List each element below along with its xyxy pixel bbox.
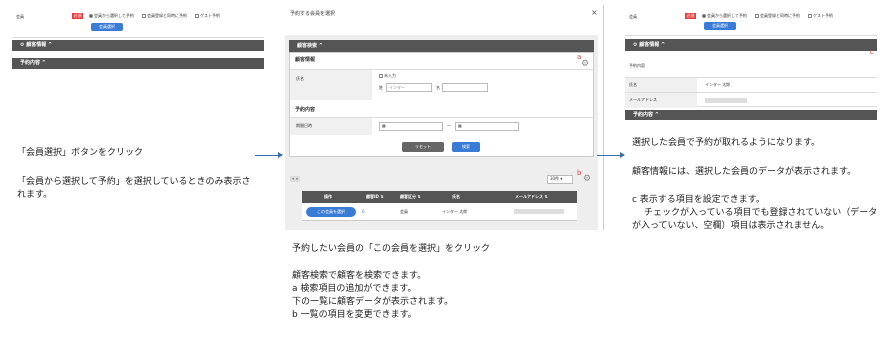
email-label: メールアドレス	[629, 97, 657, 102]
radio-select-member[interactable]: 会員から選択して予約	[89, 13, 134, 19]
customer-info-bar[interactable]: ⚙ 顧客情報 ^	[12, 40, 264, 51]
note-line: a 検索項目の追加ができます。	[292, 284, 417, 294]
chevron-up-icon: ^	[661, 42, 666, 48]
reset-button[interactable]: リセット	[402, 142, 444, 152]
left-note-1: 「会員選択」ボタンをクリック	[17, 148, 144, 158]
member-label: 会員	[16, 14, 24, 19]
member-select-button[interactable]: 会員選択	[704, 22, 736, 30]
required-badge: 必須	[72, 13, 83, 19]
name-display-row: 氏名 インター 太郎	[625, 77, 877, 93]
table-header: 操作 顧客ID ⇅ 顧客区分 ⇅ 氏名 メールアドレス ⇅	[302, 191, 577, 203]
col-name: 氏名	[452, 194, 460, 199]
customer-info-heading: 顧客情報	[295, 57, 316, 63]
chevron-up-icon: ^	[41, 60, 46, 66]
period-separator: 〜	[447, 123, 451, 128]
modal-note-lines: 顧客検索で顧客を検索できます。 a 検索項目の追加ができます。 下の一覧に顧客デ…	[292, 270, 602, 322]
right-note-4: チェックが入っている項目でも登録されていない（データが入っていない、空欄）項目は…	[632, 208, 878, 231]
count-select[interactable]: 30件 ▾	[547, 175, 573, 184]
note-line: b 一覧の項目を変更できます。	[292, 310, 417, 320]
note-line: 顧客検索で顧客を検索できます。	[292, 271, 427, 281]
left-note-2: 「会員から選択して予約」を選択しているときのみ表示されます。	[17, 177, 251, 200]
booking-content-heading: 予約内容	[295, 107, 316, 113]
modal-title: 予約する会員を選択	[290, 11, 336, 17]
member-row: 会員 必須 会員から選択して予約 会員登録と同時に予約 ゲスト予約 会員選択	[625, 8, 877, 36]
radio-guest[interactable]: ゲスト予約	[808, 13, 833, 19]
left-form-panel: 会員 必須 会員から選択して予約 会員登録と同時に予約 ゲスト予約 会員選択 ⚙…	[12, 8, 264, 71]
table-row: この会員を選択 6 会員 インター 太郎	[302, 203, 577, 221]
name-value: インター 太郎	[705, 82, 731, 87]
unentered-checkbox[interactable]: 未入力	[379, 73, 396, 79]
chevron-up-icon: ^	[654, 112, 659, 118]
radio-register-member[interactable]: 会員登録と同時に予約	[755, 13, 800, 19]
marker-b: b	[577, 169, 582, 177]
member-label: 会員	[629, 14, 637, 19]
select-this-member-button[interactable]: この会員を選択	[306, 207, 356, 217]
sei-input[interactable]: インター	[386, 83, 432, 92]
required-badge: 必須	[685, 13, 696, 19]
marker-c: c	[870, 48, 874, 56]
period-label: 期間日時	[296, 123, 312, 128]
modal-note-main: 予約したい会員の「この会員を選択」をクリック	[292, 244, 491, 254]
name-row: 氏名 未入力 姓 インター 名	[290, 69, 593, 100]
mei-input[interactable]	[442, 83, 488, 92]
booking-content-bar[interactable]: 予約内容 ^	[625, 110, 877, 120]
col-type[interactable]: 顧客区分 ⇅	[400, 191, 421, 203]
email-value-blurred	[705, 98, 747, 103]
calendar-icon: ▦	[458, 123, 462, 128]
search-button[interactable]: 検索	[452, 142, 480, 152]
customer-info-bar[interactable]: ⚙ 顧客情報 ^	[625, 39, 877, 51]
col-id[interactable]: 顧客ID ⇅	[366, 191, 384, 203]
note-line: 下の一覧に顧客データが表示されます。	[292, 297, 454, 307]
col-email[interactable]: メールアドレス ⇅	[515, 191, 548, 203]
name-label: 氏名	[296, 76, 304, 81]
sei-label: 姓	[379, 85, 383, 90]
period-start-input[interactable]: ▦	[379, 122, 443, 131]
arrow-modal-to-right	[597, 152, 625, 158]
radio-guest[interactable]: ゲスト予約	[195, 13, 220, 19]
gear-icon: ⚙	[633, 42, 638, 48]
period-row: 期間日時 ▦ 〜 ▦	[290, 117, 593, 135]
radio-select-member[interactable]: 会員から選択して予約	[702, 13, 747, 19]
mei-label: 名	[436, 85, 440, 90]
gear-icon: ⚙	[20, 42, 25, 48]
right-form-panel: 会員 必須 会員から選択して予約 会員登録と同時に予約 ゲスト予約 会員選択 ⚙…	[625, 8, 877, 120]
right-note-2: 顧客情報には、選択した会員のデータが表示されます。	[632, 167, 857, 177]
member-select-button[interactable]: 会員選択	[91, 23, 123, 31]
member-select-modal: 予約する会員を選択 × 顧客検索 ^ 顧客情報 a ⚙ 氏名 未入力 姓 インタ…	[285, 5, 604, 230]
right-note-1: 選択した会員で予約が取れるようになります。	[632, 138, 821, 148]
close-icon[interactable]: ×	[591, 8, 598, 17]
pager[interactable]: « »	[290, 176, 301, 182]
chevron-up-icon: ^	[318, 43, 323, 49]
gear-icon[interactable]: ⚙	[583, 174, 591, 184]
row-id: 6	[362, 209, 365, 214]
right-note-3: c 表示する項目を設定できます。	[632, 195, 765, 205]
period-end-input[interactable]: ▦	[455, 122, 519, 131]
arrow-left-to-modal	[255, 152, 283, 158]
search-header-bar[interactable]: 顧客検索 ^	[289, 40, 594, 52]
chevron-up-icon: ^	[48, 42, 53, 48]
calendar-icon: ▦	[382, 123, 386, 128]
member-row: 会員 必須 会員から選択して予約 会員登録と同時に予約 ゲスト予約 会員選択	[12, 8, 264, 38]
row-name: インター 太郎	[442, 209, 468, 214]
name-label: 氏名	[629, 82, 637, 87]
col-action: 操作	[324, 194, 332, 199]
email-display-row: メールアドレス	[625, 92, 877, 108]
results-table: 操作 顧客ID ⇅ 顧客区分 ⇅ 氏名 メールアドレス ⇅ この会員を選択 6 …	[302, 191, 577, 221]
booking-content-subheading: 予約内容	[629, 63, 645, 68]
search-form: 顧客情報 a ⚙ 氏名 未入力 姓 インター 名 予約内容 期間日時 ▦ 〜 ▦…	[289, 52, 594, 157]
row-email-blurred	[514, 209, 564, 214]
row-type: 会員	[400, 209, 408, 214]
modal-body: 顧客検索 ^ 顧客情報 a ⚙ 氏名 未入力 姓 インター 名 予約内容 期間日…	[285, 35, 598, 230]
booking-content-bar[interactable]: 予約内容 ^	[12, 58, 264, 69]
radio-register-member[interactable]: 会員登録と同時に予約	[142, 13, 187, 19]
gear-icon[interactable]: ⚙	[581, 59, 589, 69]
